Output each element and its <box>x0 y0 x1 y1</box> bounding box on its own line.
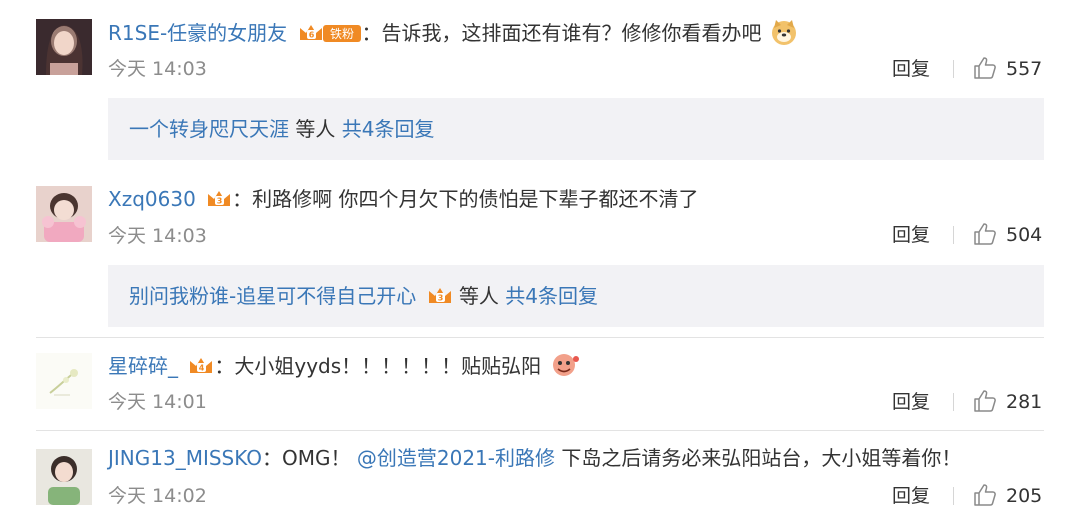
thumbs-up-icon[interactable] <box>972 221 998 252</box>
colon: ： <box>214 354 235 378</box>
comment-text-suffix: 下岛之后请务必来弘阳站台，大小姐等着你！ <box>555 446 962 470</box>
like-count: 205 <box>1006 485 1043 507</box>
view-replies-link[interactable]: 共4条回复 <box>342 117 435 141</box>
mention-link[interactable]: @创造营2021-利路修 <box>357 446 555 470</box>
comment-text: OMG！ <box>282 446 351 470</box>
thumbs-up-icon[interactable] <box>972 388 998 419</box>
fan-badge-label: 铁粉 <box>330 27 354 41</box>
comment-text: 告诉我，这排面还有谁有？修修你看看办吧 <box>381 21 762 45</box>
svg-text:6: 6 <box>308 31 314 40</box>
avatar[interactable] <box>36 449 92 505</box>
sub-reply-username[interactable]: 别问我粉谁-追星可不得自己开心 <box>129 284 416 308</box>
doge-emoji-icon <box>770 18 798 53</box>
username-link[interactable]: Xzq0630 <box>108 187 196 211</box>
svg-text:3: 3 <box>437 294 443 303</box>
sub-replies-box[interactable]: 别问我粉谁-追星可不得自己开心 3 等人 共4条回复 <box>108 265 1044 327</box>
vip-crown-badge-icon: 3 <box>427 285 453 314</box>
colon: ： <box>232 187 253 211</box>
comment-divider <box>36 430 1044 431</box>
reply-button[interactable]: 回复 <box>892 388 930 416</box>
colon: ： <box>361 21 382 45</box>
sub-reply-others: 等人 <box>458 284 499 308</box>
comment-actions: 回复 281 <box>890 388 1050 416</box>
like-count: 281 <box>1006 391 1043 413</box>
colon: ： <box>262 446 283 470</box>
username-link[interactable]: 星碎碎_ <box>108 354 178 378</box>
comment-list: R1SE-任豪的女朋友 6 铁粉 ：告诉我，这排面还有谁有？修修你看看办吧 今天… <box>0 0 1070 522</box>
comment-text: 大小姐yyds！！！！！！贴贴弘阳 <box>234 354 542 378</box>
sub-reply-username[interactable]: 一个转身咫尺天涯 <box>129 117 289 141</box>
vip-crown-badge-icon[interactable]: 3 <box>206 188 232 217</box>
reply-button[interactable]: 回复 <box>892 221 930 249</box>
avatar[interactable] <box>36 353 92 409</box>
svg-text:4: 4 <box>199 364 205 373</box>
action-divider <box>953 487 954 505</box>
thumbs-up-icon[interactable] <box>972 482 998 513</box>
cartoon-emoji-icon <box>550 351 580 386</box>
comment-actions: 回复 557 <box>890 55 1050 83</box>
comment-text: 利路修啊 你四个月欠下的债怕是下辈子都还不清了 <box>252 187 699 211</box>
vip-crown-badge-icon[interactable]: 4 <box>188 355 214 384</box>
vip-crown-badge-icon[interactable]: 6 铁粉 <box>298 22 362 51</box>
avatar[interactable] <box>36 186 92 242</box>
svg-text:3: 3 <box>217 197 223 206</box>
comment-actions: 回复 504 <box>890 221 1050 249</box>
sub-reply-others: 等人 <box>295 117 336 141</box>
comment-actions: 回复 205 <box>890 482 1050 510</box>
action-divider <box>953 60 954 78</box>
like-count: 504 <box>1006 224 1043 246</box>
username-link[interactable]: R1SE-任豪的女朋友 <box>108 21 287 45</box>
reply-button[interactable]: 回复 <box>892 55 930 83</box>
comment-time: 今天 14:02 <box>108 485 207 507</box>
action-divider <box>953 226 954 244</box>
view-replies-link[interactable]: 共4条回复 <box>505 284 598 308</box>
like-count: 557 <box>1006 58 1043 80</box>
comment-time: 今天 14:03 <box>108 58 207 80</box>
sub-replies-box[interactable]: 一个转身咫尺天涯 等人 共4条回复 <box>108 98 1044 160</box>
action-divider <box>953 393 954 411</box>
username-link[interactable]: JING13_MISSKO <box>108 446 262 470</box>
comment-time: 今天 14:03 <box>108 225 207 247</box>
thumbs-up-icon[interactable] <box>972 55 998 86</box>
comment-time: 今天 14:01 <box>108 391 207 413</box>
avatar[interactable] <box>36 19 92 75</box>
comment-divider <box>36 337 1044 338</box>
reply-button[interactable]: 回复 <box>892 482 930 510</box>
